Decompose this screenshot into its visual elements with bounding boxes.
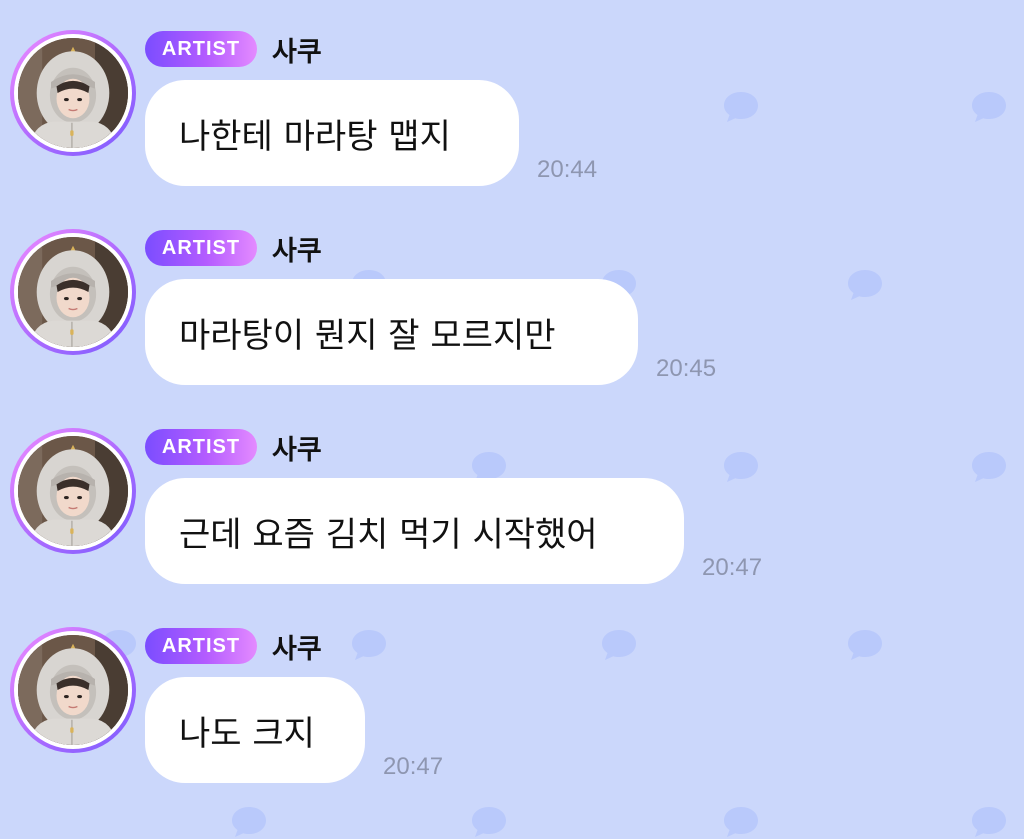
avatar[interactable]	[10, 229, 136, 355]
artist-badge: ARTIST	[145, 230, 257, 266]
artist-badge: ARTIST	[145, 628, 257, 664]
message-bubble[interactable]: 나한테 마라탕 맵지	[145, 80, 519, 186]
artist-badge: ARTIST	[145, 429, 257, 465]
chat-message: ARTIST 사쿠 나도 크지 20:47	[0, 597, 1024, 787]
speech-bubble-icon	[230, 805, 268, 839]
avatar[interactable]	[10, 428, 136, 554]
profile-photo-icon	[18, 436, 128, 546]
sender-name[interactable]: 사쿠	[272, 627, 322, 666]
chat-message: ARTIST 사쿠 근데 요즘 김치 먹기 시작했어 20:47	[0, 398, 1024, 588]
message-timestamp: 20:47	[702, 554, 763, 581]
message-bubble[interactable]: 근데 요즘 김치 먹기 시작했어	[145, 478, 684, 584]
avatar[interactable]	[10, 30, 136, 156]
speech-bubble-icon	[722, 805, 760, 839]
message-timestamp: 20:45	[656, 355, 717, 382]
profile-photo-icon	[18, 38, 128, 148]
message-bubble[interactable]: 마라탕이 뭔지 잘 모르지만	[145, 279, 638, 385]
avatar[interactable]	[10, 627, 136, 753]
message-bubble[interactable]: 나도 크지	[145, 677, 365, 783]
chat-message: ARTIST 사쿠 나한테 마라탕 맵지 20:44	[0, 0, 1024, 190]
sender-name[interactable]: 사쿠	[272, 428, 322, 467]
message-timestamp: 20:47	[383, 753, 444, 780]
profile-photo-icon	[18, 635, 128, 745]
profile-photo-icon	[18, 237, 128, 347]
sender-name[interactable]: 사쿠	[272, 229, 322, 268]
speech-bubble-icon	[470, 805, 508, 839]
speech-bubble-icon	[970, 805, 1008, 839]
artist-badge: ARTIST	[145, 31, 257, 67]
message-timestamp: 20:44	[537, 156, 598, 183]
chat-message: ARTIST 사쿠 마라탕이 뭔지 잘 모르지만 20:45	[0, 199, 1024, 389]
sender-name[interactable]: 사쿠	[272, 30, 322, 69]
